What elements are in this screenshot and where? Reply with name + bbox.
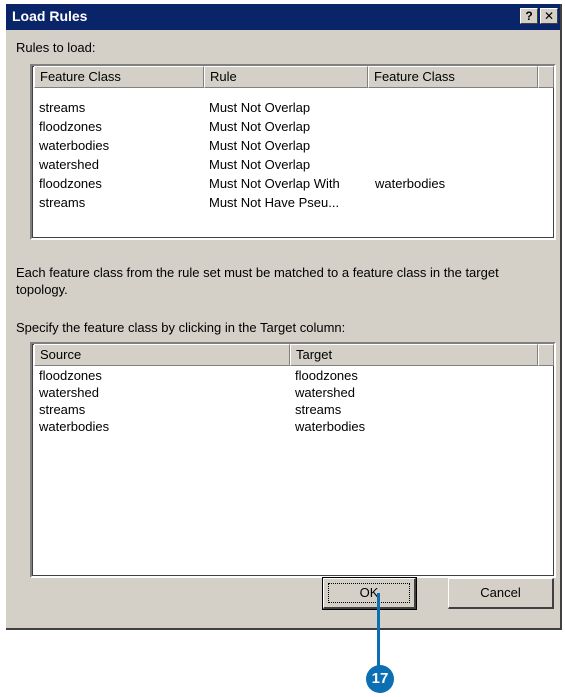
rules-header-rule[interactable]: Rule [204,66,368,88]
close-button[interactable]: ✕ [540,8,558,24]
rules-header-filler [538,66,554,88]
source-cell-2[interactable]: streams [39,402,85,418]
rules-row-1-col-1[interactable]: Must Not Overlap [209,119,310,135]
title-bar[interactable]: Load Rules ? ✕ [6,4,560,30]
mapping-list[interactable]: Source Target floodzones floodzones waters… [30,342,556,578]
rules-row-4-col-1[interactable]: Must Not Overlap With [209,176,340,192]
rules-row-4-col-0[interactable]: floodzones [39,176,102,192]
dialog-title: Load Rules [12,8,88,24]
load-rules-dialog: Load Rules ? ✕ Rules to load: Feature Cl… [6,4,562,630]
cancel-button[interactable]: Cancel [448,578,554,609]
callout-line [377,593,380,671]
rules-row-5-col-1[interactable]: Must Not Have Pseu... [209,195,339,211]
target-cell-3[interactable]: waterbodies [295,419,365,435]
rules-row-5-col-0[interactable]: streams [39,195,85,211]
source-cell-3[interactable]: waterbodies [39,419,109,435]
info-text: Each feature class from the rule set mus… [16,265,499,297]
ok-button[interactable]: OK [322,577,417,610]
rules-to-load-label: Rules to load: [16,40,96,55]
rules-row-2-col-0[interactable]: waterbodies [39,138,109,154]
ok-focus-rect [328,583,410,603]
rules-list[interactable]: Feature Class Rule Feature Class streams… [30,64,556,240]
rules-row-0-col-1[interactable]: Must Not Overlap [209,100,310,116]
target-cell-0[interactable]: floodzones [295,368,358,384]
help-button[interactable]: ? [520,8,538,24]
rules-header-feature-class[interactable]: Feature Class [34,66,204,88]
source-cell-0[interactable]: floodzones [39,368,102,384]
target-cell-1[interactable]: watershed [295,385,355,401]
rules-row-4-col-2[interactable]: waterbodies [375,176,445,192]
mapping-header-filler [538,344,554,366]
mapping-header-source[interactable]: Source [34,344,290,366]
step-callout: 17 [366,665,394,693]
source-cell-1[interactable]: watershed [39,385,99,401]
rules-row-2-col-1[interactable]: Must Not Overlap [209,138,310,154]
close-icon: ✕ [543,9,555,23]
mapping-header-target[interactable]: Target [290,344,538,366]
target-cell-2[interactable]: streams [295,402,341,418]
rules-row-0-col-0[interactable]: streams [39,100,85,116]
rules-header-feature-class-2[interactable]: Feature Class [368,66,538,88]
help-icon: ? [525,9,533,23]
specify-label: Specify the feature class by clicking in… [16,320,346,335]
cancel-label: Cancel [480,585,521,600]
rules-row-1-col-0[interactable]: floodzones [39,119,102,135]
rules-row-3-col-1[interactable]: Must Not Overlap [209,157,310,173]
rules-row-3-col-0[interactable]: watershed [39,157,99,173]
